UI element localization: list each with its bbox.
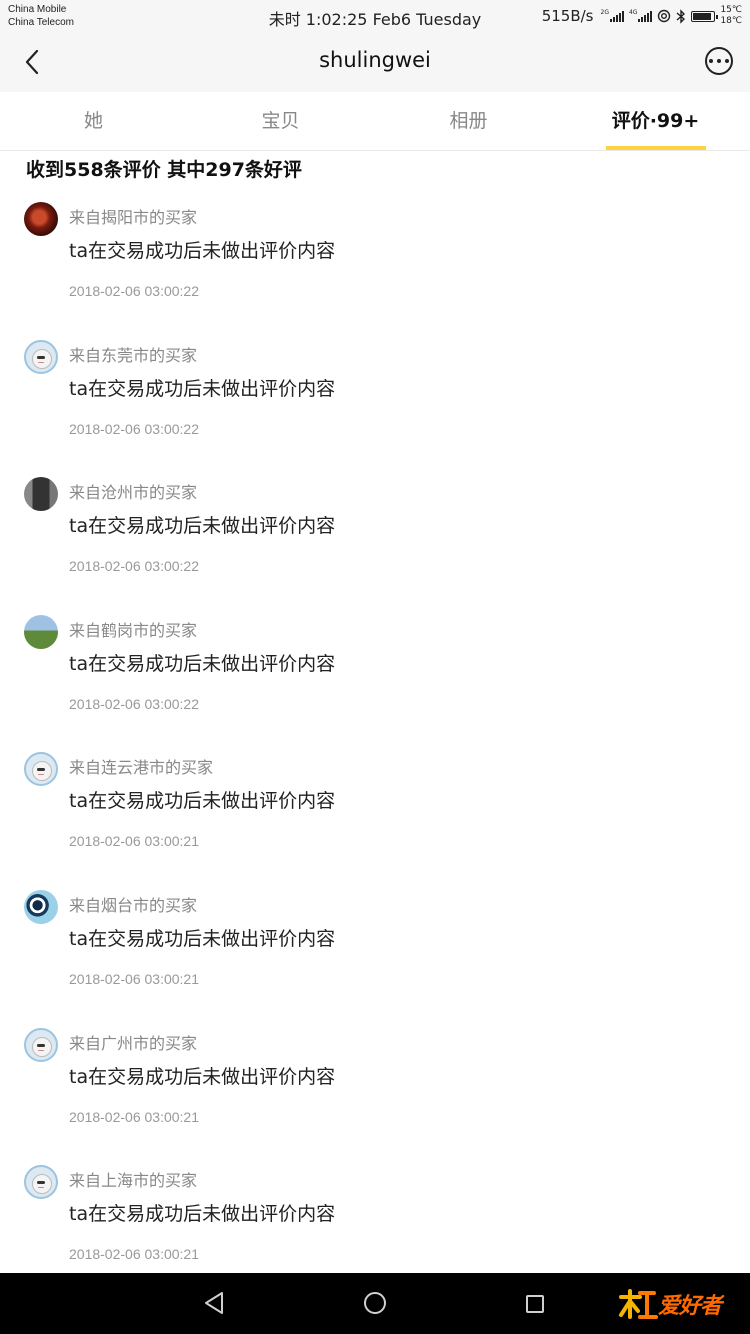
review-item: 来自广州市的买家 ta在交易成功后未做出评价内容 2018-02-06 03:00:… <box>0 1027 750 1166</box>
battery-icon <box>691 10 719 22</box>
buyer-avatar[interactable] <box>24 1027 58 1062</box>
review-item: 来自揭阳市的买家 ta在交易成功后未做出评价内容 2018-02-06 03:00:… <box>0 202 750 340</box>
status-bar: China Mobile China Telecom 未时 1:02:25 Fe… <box>0 0 750 32</box>
signal-tag-2: 4G <box>628 9 638 16</box>
review-date: 2018-02-06 03:00:21 <box>69 833 199 850</box>
temp-high: 15℃ <box>720 5 742 15</box>
review-content: ta在交易成功后未做出评价内容 <box>69 790 336 813</box>
review-content: ta在交易成功后未做出评价内容 <box>69 652 336 675</box>
buyer-location: 来自烟台市的买家 <box>69 896 198 915</box>
buyer-avatar[interactable] <box>24 614 58 649</box>
review-item: 来自连云港市的买家 ta在交易成功后未做出评价内容 2018-02-06 03:00… <box>0 752 750 890</box>
signal-2g-icon: 2G <box>601 10 624 22</box>
buyer-location: 来自沧州市的买家 <box>69 483 198 503</box>
hotspot-icon <box>658 9 671 23</box>
more-horizontal-icon[interactable] <box>705 47 733 75</box>
review-content: ta在交易成功后未做出评价内容 <box>69 240 336 262</box>
buyer-avatar[interactable] <box>24 202 58 236</box>
system-nav-bar: 爱好者 <box>0 1273 750 1334</box>
temperature-readout: 15℃ 18℃ <box>720 5 742 27</box>
tab-her[interactable]: 她 <box>0 92 187 151</box>
watermark-text: 爱好者 <box>658 1294 722 1319</box>
tab-album[interactable]: 相册 <box>375 92 562 151</box>
review-date: 2018-02-06 03:00:21 <box>69 971 199 987</box>
buyer-location: 来自东莞市的买家 <box>69 345 198 365</box>
review-content: ta在交易成功后未做出评价内容 <box>69 377 336 400</box>
review-item: 来自烟台市的买家 ta在交易成功后未做出评价内容 2018-02-06 03:00:… <box>0 890 750 1028</box>
review-date: 2018-02-06 03:00:22 <box>69 283 199 299</box>
buyer-location: 来自上海市的买家 <box>69 1171 198 1191</box>
review-item: 来自沧州市的买家 ta在交易成功后未做出评价内容 2018-02-06 03:00:… <box>0 477 750 615</box>
buyer-avatar[interactable] <box>24 890 58 924</box>
review-summary: 收到558条评价 其中297条好评 <box>26 159 302 181</box>
battery-level <box>693 12 712 20</box>
buyer-avatar[interactable] <box>24 752 58 787</box>
buyer-avatar[interactable] <box>24 477 58 512</box>
buyer-location: 来自广州市的买家 <box>69 1033 198 1053</box>
review-content: ta在交易成功后未做出评价内容 <box>69 515 336 538</box>
review-content: ta在交易成功后未做出评价内容 <box>69 1203 336 1226</box>
review-item: 来自东莞市的买家 ta在交易成功后未做出评价内容 2018-02-06 03:00:… <box>0 339 750 478</box>
buyer-avatar[interactable] <box>24 339 58 374</box>
status-indicators: 515B/s 2G 4G 15℃ 18℃ <box>542 4 742 28</box>
review-content: ta在交易成功后未做出评价内容 <box>69 1065 336 1088</box>
tab-bar: 她 宝贝 相册 评价·99+ <box>0 92 750 151</box>
review-item: 来自鹤岗市的买家 ta在交易成功后未做出评价内容 2018-02-06 03:00:… <box>0 614 750 753</box>
review-date: 2018-02-06 03:00:21 <box>69 1246 199 1263</box>
watermark-emblem-icon <box>619 1289 658 1319</box>
page-title: shulingwei <box>319 48 431 72</box>
watermark-logo: 爱好者 <box>618 1287 742 1321</box>
review-date: 2018-02-06 03:00:22 <box>69 420 199 437</box>
active-tab-indicator <box>606 146 706 150</box>
buyer-avatar[interactable] <box>24 1165 58 1200</box>
circle-home-icon[interactable] <box>364 1292 386 1314</box>
buyer-location: 来自连云港市的买家 <box>69 758 214 778</box>
tab-items[interactable]: 宝贝 <box>187 92 374 151</box>
net-speed: 515B/s <box>541 7 594 25</box>
signal-tag-1: 2G <box>600 9 609 16</box>
signal-4g-icon: 4G <box>628 9 653 22</box>
buyer-location: 来自鹤岗市的买家 <box>69 620 198 640</box>
nav-bar: shulingwei <box>0 32 750 92</box>
review-date: 2018-02-06 03:00:22 <box>69 695 199 712</box>
review-date: 2018-02-06 03:00:21 <box>69 1108 199 1125</box>
bluetooth-icon <box>676 8 686 24</box>
tab-reviews[interactable]: 评价·99+ <box>562 92 749 151</box>
temp-low: 18℃ <box>720 16 742 26</box>
review-date: 2018-02-06 03:00:22 <box>69 558 199 575</box>
review-content: ta在交易成功后未做出评价内容 <box>69 928 336 950</box>
buyer-location: 来自揭阳市的买家 <box>69 208 198 227</box>
square-recents-icon[interactable] <box>526 1295 544 1313</box>
triangle-back-icon[interactable] <box>203 1291 225 1315</box>
